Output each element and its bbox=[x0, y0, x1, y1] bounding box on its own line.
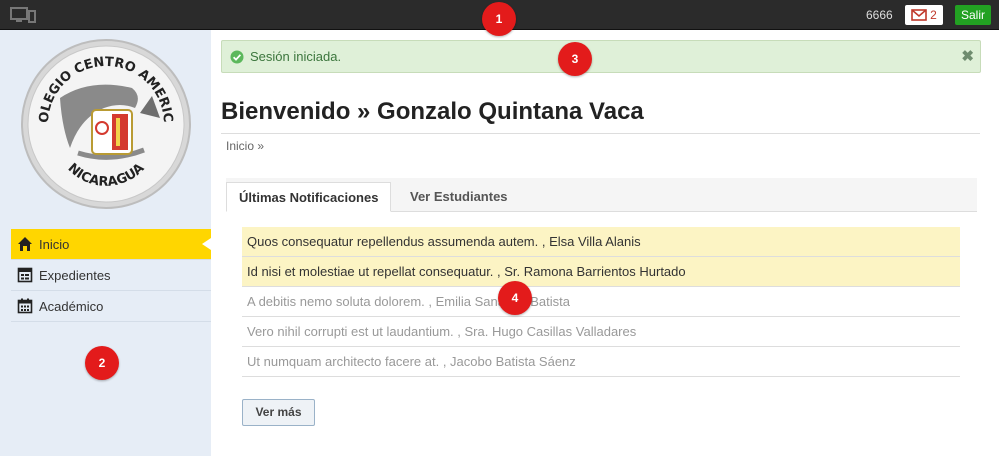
tab-ver-estudiantes[interactable]: Ver Estudiantes bbox=[398, 182, 520, 212]
monitor-icon[interactable] bbox=[10, 7, 36, 23]
breadcrumb[interactable]: Inicio » bbox=[226, 139, 264, 153]
mail-button[interactable]: 2 bbox=[905, 5, 943, 25]
main-content: Sesión iniciada. ✖ Bienvenido » Gonzalo … bbox=[211, 30, 999, 456]
user-id: 6666 bbox=[866, 8, 893, 22]
calendar-icon bbox=[17, 298, 33, 314]
marker-4: 4 bbox=[498, 281, 532, 315]
page-title: Bienvenido » Gonzalo Quintana Vaca bbox=[221, 98, 980, 134]
sidebar-nav: Inicio Expedientes Académico bbox=[11, 229, 211, 322]
sidebar-item-expedientes[interactable]: Expedientes bbox=[11, 260, 211, 291]
sidebar-item-academico[interactable]: Académico bbox=[11, 291, 211, 322]
mail-count: 2 bbox=[930, 8, 937, 22]
home-icon bbox=[18, 237, 32, 251]
success-alert: Sesión iniciada. ✖ bbox=[221, 40, 981, 73]
marker-1: 1 bbox=[482, 2, 516, 36]
close-icon[interactable]: ✖ bbox=[961, 47, 974, 65]
marker-2: 2 bbox=[85, 346, 119, 380]
record-icon bbox=[17, 267, 33, 283]
tab-bar: Últimas Notificaciones Ver Estudiantes bbox=[226, 178, 977, 212]
notification-list: Quos consequatur repellendus assumenda a… bbox=[242, 227, 960, 377]
logout-button[interactable]: Salir bbox=[955, 5, 991, 25]
tab-ultimas-notificaciones[interactable]: Últimas Notificaciones bbox=[226, 182, 392, 212]
sidebar-item-label: Académico bbox=[39, 298, 104, 314]
notification-item[interactable]: Id nisi et molestiae ut repellat consequ… bbox=[242, 257, 960, 287]
notification-item[interactable]: Vero nihil corrupti est ut laudantium. ,… bbox=[242, 317, 960, 347]
notification-item[interactable]: Quos consequatur repellendus assumenda a… bbox=[242, 227, 960, 257]
alert-text: Sesión iniciada. bbox=[250, 49, 342, 64]
sidebar: COLEGIO CENTRO AMERICA NICARAGUA Inicio bbox=[0, 27, 211, 456]
sidebar-item-label: Expedientes bbox=[39, 267, 111, 283]
notification-item[interactable]: A debitis nemo soluta dolorem. , Emilia … bbox=[242, 287, 960, 317]
notification-item[interactable]: Ut numquam architecto facere at. , Jacob… bbox=[242, 347, 960, 377]
envelope-icon bbox=[911, 9, 927, 21]
check-circle-icon bbox=[230, 50, 244, 63]
sidebar-item-label: Inicio bbox=[39, 236, 70, 252]
see-more-button[interactable]: Ver más bbox=[242, 399, 315, 426]
school-logo: COLEGIO CENTRO AMERICA NICARAGUA bbox=[15, 27, 192, 210]
sidebar-item-inicio[interactable]: Inicio bbox=[11, 229, 211, 260]
marker-3: 3 bbox=[558, 42, 592, 76]
